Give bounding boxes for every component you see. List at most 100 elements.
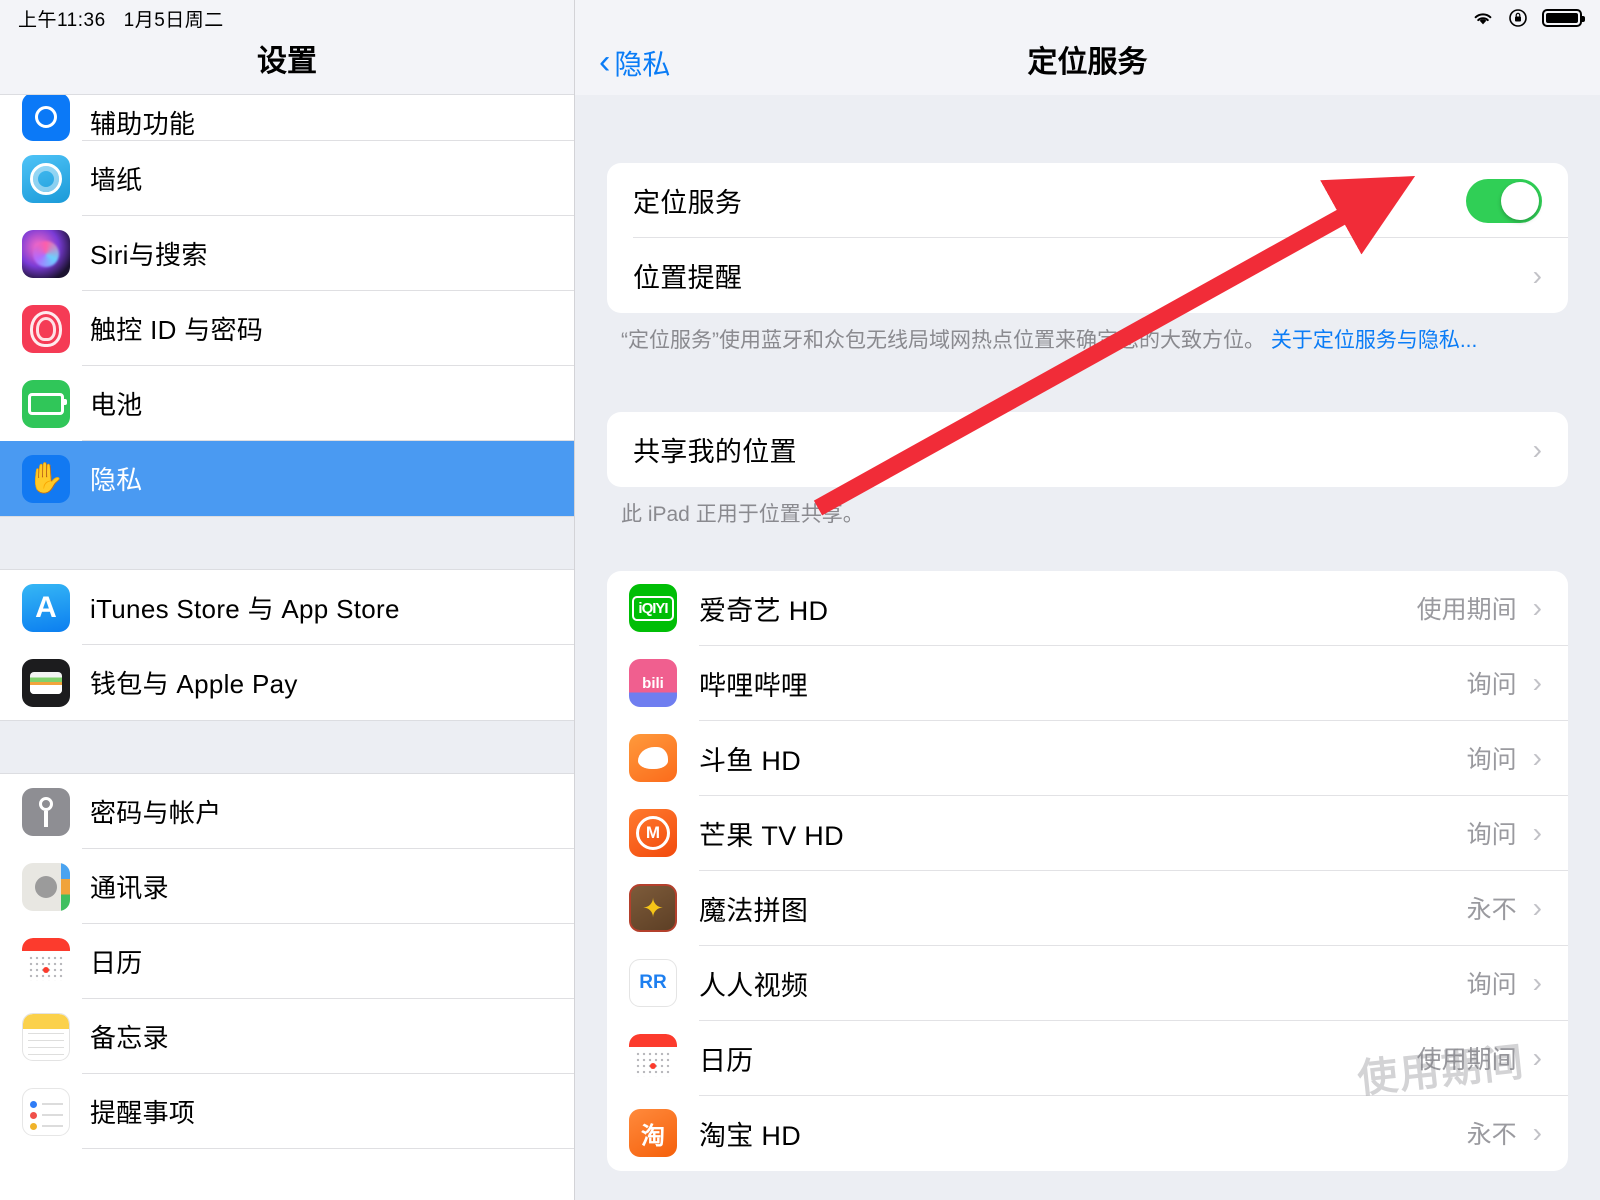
app-name: 人人视频	[699, 970, 809, 1001]
status-time: 上午11:36	[18, 9, 106, 31]
accessibility-icon	[22, 95, 70, 141]
privacy-hand-icon: ✋	[22, 454, 70, 503]
table-row[interactable]: 日历 使用期间 ›	[607, 1021, 1568, 1096]
footnote-text: “定位服务”使用蓝牙和众包无线局域网热点位置来确定您的大致方位。	[621, 329, 1265, 352]
location-services-footnote: “定位服务”使用蓝牙和众包无线局域网热点位置来确定您的大致方位。 关于定位服务与…	[621, 326, 1554, 356]
location-alerts-row[interactable]: 位置提醒 ›	[607, 238, 1568, 313]
status-bar: 上午11:36 1月5日周二	[0, 0, 1600, 36]
share-location-footnote: 此 iPad 正用于位置共享。	[621, 503, 864, 527]
sidebar-item-accessibility[interactable]: 辅助功能	[0, 95, 574, 141]
back-button[interactable]: ‹ 隐私	[599, 43, 670, 83]
permission-value: 询问	[1466, 971, 1517, 1000]
sidebar-item-itunes-app-store[interactable]: A iTunes Store 与 App Store	[0, 570, 574, 645]
chevron-right-icon: ›	[1532, 1117, 1542, 1149]
chevron-right-icon: ›	[1532, 667, 1542, 699]
back-button-label: 隐私	[614, 49, 671, 80]
row-divider	[82, 1148, 574, 1149]
douyu-app-icon	[629, 734, 677, 783]
battery-icon	[22, 379, 70, 428]
sidebar-item-touch-id-passcode[interactable]: 触控 ID 与密码	[0, 291, 574, 366]
settings-sidebar: 设置 辅助功能 墙纸 Siri与搜索 触控 ID 与密码 电池 ✋ 隐私 A i…	[0, 0, 575, 1200]
sidebar-item-label: 钱包与 Apple Pay	[90, 669, 298, 699]
permission-value: 永不	[1466, 896, 1517, 925]
wallpaper-icon	[22, 154, 70, 203]
app-permissions-card: iQIYI 爱奇艺 HD 使用期间 › bili 哔哩哔哩 询问 › 斗鱼 HD…	[607, 570, 1568, 1171]
permission-value: 永不	[1466, 1121, 1517, 1150]
wifi-icon	[1472, 10, 1494, 26]
sidebar-item-label: 电池	[90, 390, 143, 420]
table-row[interactable]: iQIYI 爱奇艺 HD 使用期间 ›	[607, 571, 1568, 646]
sidebar-item-label: 备忘录	[90, 1023, 169, 1053]
app-name: 魔法拼图	[699, 895, 809, 926]
taobao-app-icon: 淘	[629, 1109, 677, 1158]
contacts-icon	[22, 862, 70, 911]
sidebar-item-passwords-accounts[interactable]: 密码与帐户	[0, 774, 574, 849]
status-date: 1月5日周二	[123, 9, 224, 31]
permission-value: 询问	[1466, 671, 1517, 700]
chevron-right-icon: ›	[1532, 259, 1542, 291]
calendar-app-icon	[629, 1034, 677, 1083]
sidebar-item-siri-search[interactable]: Siri与搜索	[0, 216, 574, 291]
bilibili-app-icon: bili	[629, 659, 677, 708]
ipad-settings-screen: 设置 辅助功能 墙纸 Siri与搜索 触控 ID 与密码 电池 ✋ 隐私 A i…	[0, 0, 1600, 1200]
table-row[interactable]: RR 人人视频 询问 ›	[607, 946, 1568, 1021]
sidebar-item-label: 隐私	[90, 465, 143, 495]
rotation-lock-icon	[1508, 8, 1528, 28]
chevron-right-icon: ›	[1532, 1042, 1542, 1074]
sidebar-group-separator	[0, 720, 574, 774]
location-services-pane: ‹ 隐私 定位服务 定位服务 位置提醒 › “定位服务”使用蓝牙和众包无线局域网…	[575, 0, 1600, 1200]
location-services-row[interactable]: 定位服务	[607, 163, 1568, 238]
battery-icon	[1542, 9, 1585, 27]
table-row[interactable]: ✦ 魔法拼图 永不 ›	[607, 871, 1568, 946]
chevron-left-icon: ‹	[599, 42, 611, 81]
sidebar-item-wallpaper[interactable]: 墙纸	[0, 141, 574, 216]
table-row[interactable]: bili 哔哩哔哩 询问 ›	[607, 646, 1568, 721]
touch-id-icon	[22, 304, 70, 353]
sidebar-item-label: Siri与搜索	[90, 240, 208, 270]
permission-value: 使用期间	[1416, 1046, 1517, 1075]
table-row[interactable]: 斗鱼 HD 询问 ›	[607, 721, 1568, 796]
renren-video-app-icon: RR	[629, 959, 677, 1008]
sidebar-item-notes[interactable]: 备忘录	[0, 999, 574, 1074]
sidebar-item-contacts[interactable]: 通讯录	[0, 849, 574, 924]
sidebar-item-label: 墙纸	[90, 165, 143, 195]
chevron-right-icon: ›	[1532, 892, 1542, 924]
sidebar-item-battery[interactable]: 电池	[0, 366, 574, 441]
permission-value: 使用期间	[1416, 596, 1517, 625]
sidebar-item-calendar[interactable]: 日历	[0, 924, 574, 999]
sidebar-item-reminders[interactable]: 提醒事项	[0, 1074, 574, 1149]
magic-puzzle-app-icon: ✦	[629, 884, 677, 933]
calendar-icon	[22, 937, 70, 986]
sidebar-item-privacy[interactable]: ✋ 隐私	[0, 441, 574, 516]
table-row[interactable]: 淘 淘宝 HD 永不 ›	[607, 1096, 1568, 1171]
app-store-icon: A	[22, 583, 70, 632]
app-name: 淘宝 HD	[699, 1120, 801, 1151]
sidebar-item-label: 触控 ID 与密码	[90, 315, 264, 345]
chevron-right-icon: ›	[1532, 742, 1542, 774]
mangotv-app-icon: M	[629, 809, 677, 858]
chevron-right-icon: ›	[1532, 592, 1542, 624]
sidebar-group-separator	[0, 516, 574, 570]
share-my-location-row[interactable]: 共享我的位置 ›	[607, 412, 1568, 487]
notes-icon	[22, 1012, 70, 1061]
status-bar-left: 上午11:36 1月5日周二	[18, 5, 224, 32]
location-services-toggle[interactable]	[1466, 178, 1542, 223]
chevron-right-icon: ›	[1532, 967, 1542, 999]
sidebar-item-label: 密码与帐户	[90, 798, 222, 828]
detail-title: 定位服务	[1027, 46, 1148, 79]
sidebar-item-wallet-apple-pay[interactable]: 钱包与 Apple Pay	[0, 645, 574, 720]
row-label: 共享我的位置	[633, 437, 797, 468]
wallet-icon	[22, 658, 70, 707]
about-location-privacy-link[interactable]: 关于定位服务与隐私...	[1271, 329, 1478, 352]
permission-value: 询问	[1466, 746, 1517, 775]
reminders-icon	[22, 1087, 70, 1136]
sidebar-list: 辅助功能 墙纸 Siri与搜索 触控 ID 与密码 电池 ✋ 隐私 A iTun…	[0, 95, 574, 1149]
key-icon	[22, 787, 70, 836]
location-services-card: 定位服务 位置提醒 ›	[607, 163, 1568, 313]
table-row[interactable]: M 芒果 TV HD 询问 ›	[607, 796, 1568, 871]
iqiyi-app-icon: iQIYI	[629, 584, 677, 633]
sidebar-item-label: 通讯录	[90, 873, 169, 903]
app-name: 哔哩哔哩	[699, 670, 809, 701]
row-label: 位置提醒	[633, 263, 743, 293]
sidebar-item-label: 提醒事项	[90, 1098, 196, 1128]
